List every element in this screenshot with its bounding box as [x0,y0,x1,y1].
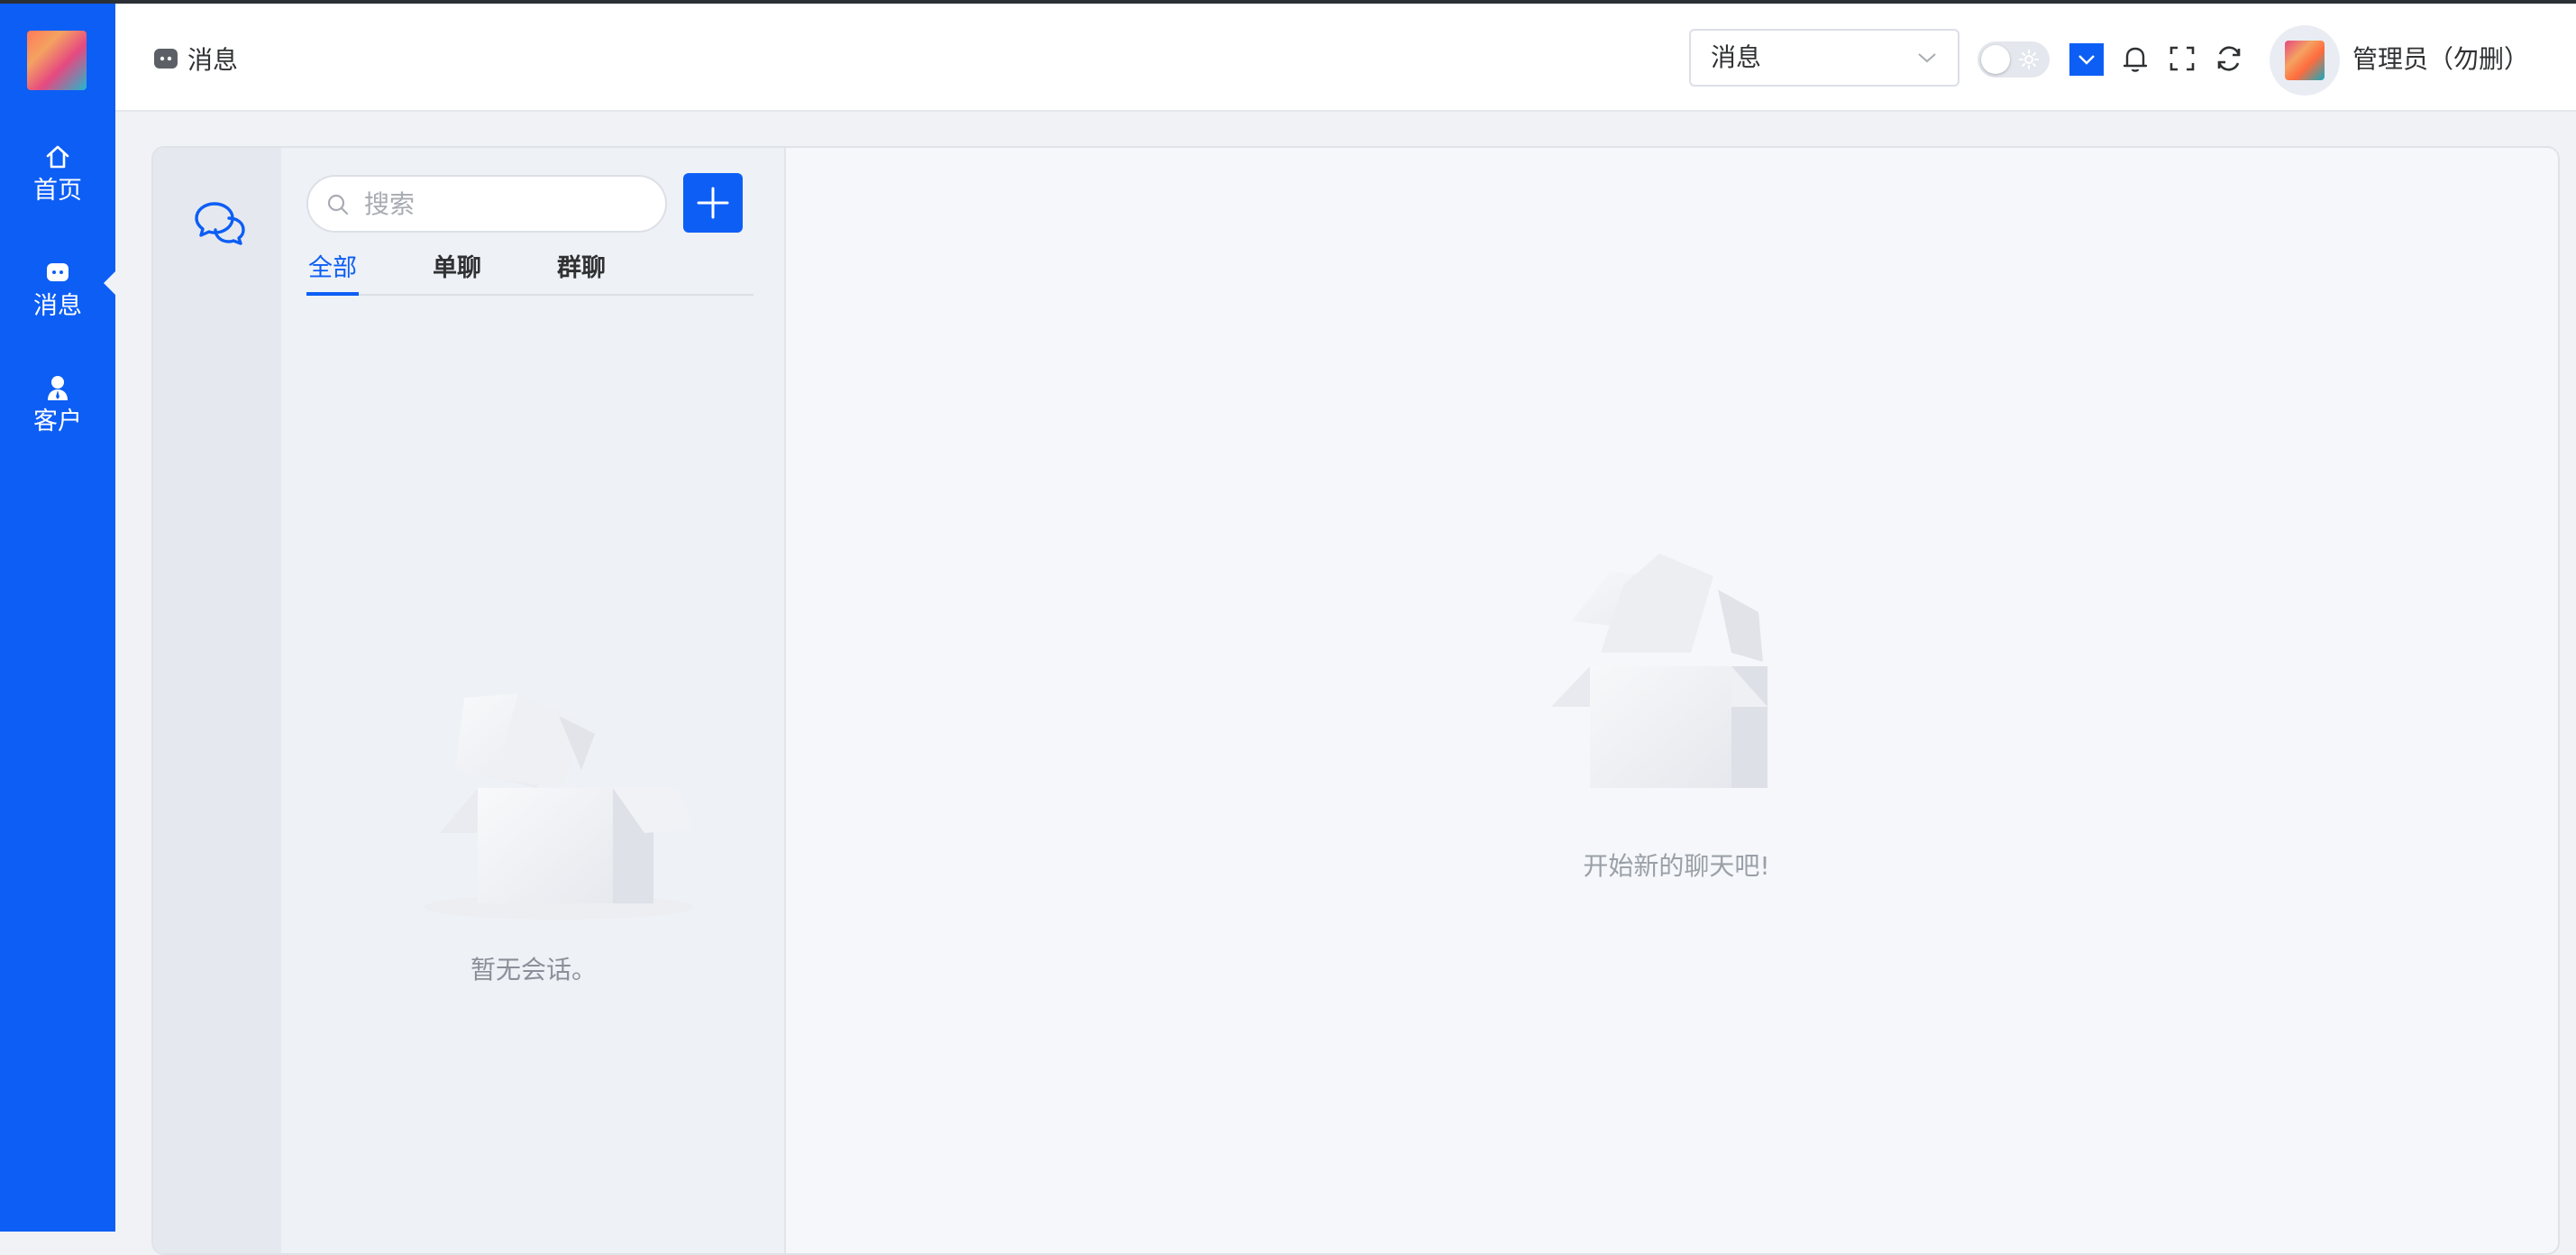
empty-box-illustration [424,693,694,920]
message-icon [47,263,69,281]
breadcrumb-label: 消息 [187,45,239,75]
new-chat-button[interactable] [683,173,743,233]
empty-box-illustration [1551,554,1768,788]
bell-icon[interactable] [2118,41,2152,76]
chat-bubbles-icon[interactable] [193,200,247,247]
customer-icon [48,376,68,400]
search-icon [327,194,349,215]
conversation-tabs: 全部 单聊 群聊 [306,249,754,296]
top-header: 消息 消息 管理员（勿删） [115,4,2576,112]
chevron-down-icon [1918,53,1936,63]
select-value: 消息 [1711,42,1762,72]
theme-color-picker[interactable] [2069,43,2104,76]
chat-container: 全部 单聊 群聊 暂无会话。 [151,146,2560,1255]
chevron-down-icon [2078,55,2095,65]
toggle-knob [1981,45,2010,74]
sidebar-item-label: 消息 [33,292,82,320]
empty-conversations-text: 暂无会话。 [470,955,597,985]
search-input[interactable] [364,184,653,224]
main-sidebar: 首页 消息 客户 [0,4,116,1232]
plus-icon [697,187,729,219]
refresh-icon[interactable] [2212,41,2246,76]
sidebar-item-customers[interactable]: 客户 [0,368,115,467]
app-logo[interactable] [27,31,87,90]
tab-group[interactable]: 群聊 [557,249,606,296]
tab-all[interactable]: 全部 [308,249,357,296]
active-nav-pointer [104,270,116,296]
conversation-search[interactable] [306,175,667,233]
sun-icon [2019,50,2039,69]
sidebar-item-label: 客户 [33,408,82,435]
menu-search-select[interactable]: 消息 [1689,29,1959,87]
message-icon [154,49,178,69]
fullscreen-icon[interactable] [2165,41,2199,76]
sidebar-item-messages[interactable]: 消息 [0,252,115,352]
breadcrumb: 消息 [153,40,238,78]
user-avatar[interactable] [2270,25,2340,96]
theme-toggle[interactable] [1978,41,2050,78]
tab-single[interactable]: 单聊 [433,249,481,296]
chat-rail [153,148,281,1253]
sidebar-item-home[interactable]: 首页 [0,137,115,236]
active-tab-indicator [306,292,359,296]
user-name[interactable]: 管理员（勿删） [2352,38,2529,81]
sidebar-item-label: 首页 [33,177,82,205]
home-icon [46,145,69,169]
avatar-image [2285,41,2325,80]
empty-chat-text: 开始新的聊天吧! [1583,851,1770,881]
